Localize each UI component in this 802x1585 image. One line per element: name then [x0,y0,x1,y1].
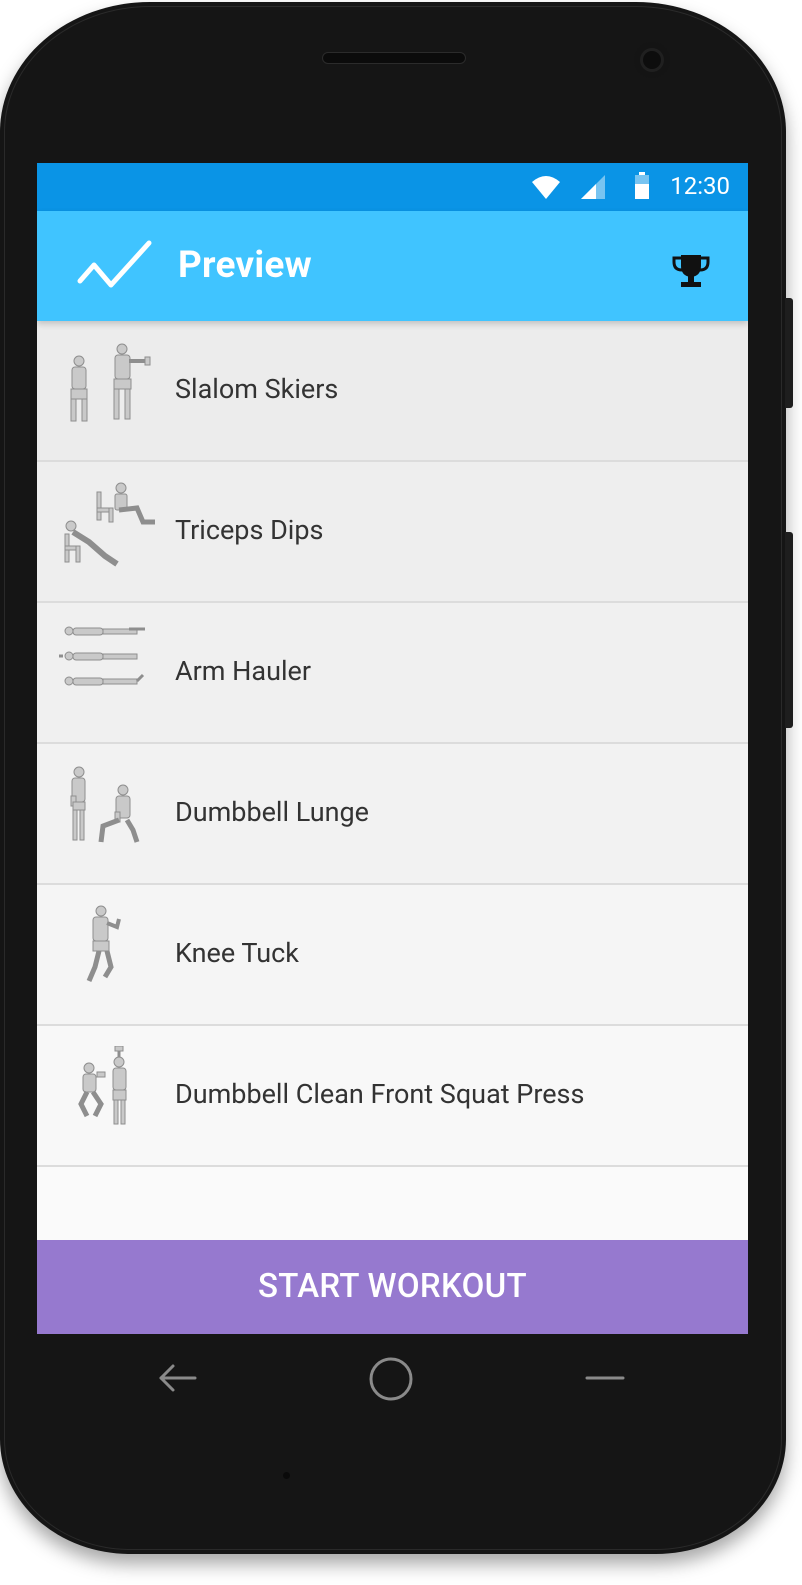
status-time: 12:30 [670,172,730,200]
trophy-icon[interactable] [672,253,710,289]
power-button [785,298,793,408]
arm-hauler-illustration [59,626,145,686]
exercise-name: Arm Hauler [175,655,312,687]
exercise-name: Dumbbell Lunge [175,796,369,828]
back-icon[interactable] [157,1356,197,1400]
navigation-bar [37,1334,748,1434]
start-workout-button[interactable]: START WORKOUT [37,1240,748,1334]
triceps-dips-illustration [64,482,155,567]
list-item[interactable]: Dumbbell Lunge [37,744,748,885]
checkmark-trend-icon [77,240,152,288]
list-item[interactable]: Arm Hauler [37,603,748,744]
earpiece-speaker [322,52,466,64]
exercise-name: Knee Tuck [175,937,299,969]
list-item[interactable]: Dumbbell Clean Front Squat Press [37,1026,748,1167]
slalom-skiers-illustration [70,343,151,422]
exercise-name: Slalom Skiers [175,373,339,405]
page-title: Preview [178,244,312,287]
list-item[interactable]: Slalom Skiers [37,321,748,462]
exercise-list: Slalom Skiers Triceps Dips Arm Hauler Du… [37,321,748,1167]
app-screen: 12:30 Preview Slalom Skiers Triceps Dips… [37,163,748,1334]
battery-icon [635,172,649,199]
status-bar: 12:30 [37,163,748,211]
dumbbell-clean-front-squat-press-illustration [78,1046,127,1125]
cell-signal-icon [581,175,605,199]
knee-tuck-illustration [86,905,121,982]
front-camera [634,42,670,78]
microphone [283,1472,290,1479]
recents-icon[interactable] [585,1356,625,1400]
list-item[interactable]: Knee Tuck [37,885,748,1026]
list-item[interactable]: Triceps Dips [37,462,748,603]
home-icon[interactable] [368,1356,414,1402]
exercise-name: Dumbbell Clean Front Squat Press [175,1078,585,1110]
app-bar: Preview [37,211,748,321]
dumbbell-lunge-illustration [70,766,140,843]
wifi-icon [532,176,560,199]
volume-button [785,532,793,728]
exercise-name: Triceps Dips [175,514,324,546]
